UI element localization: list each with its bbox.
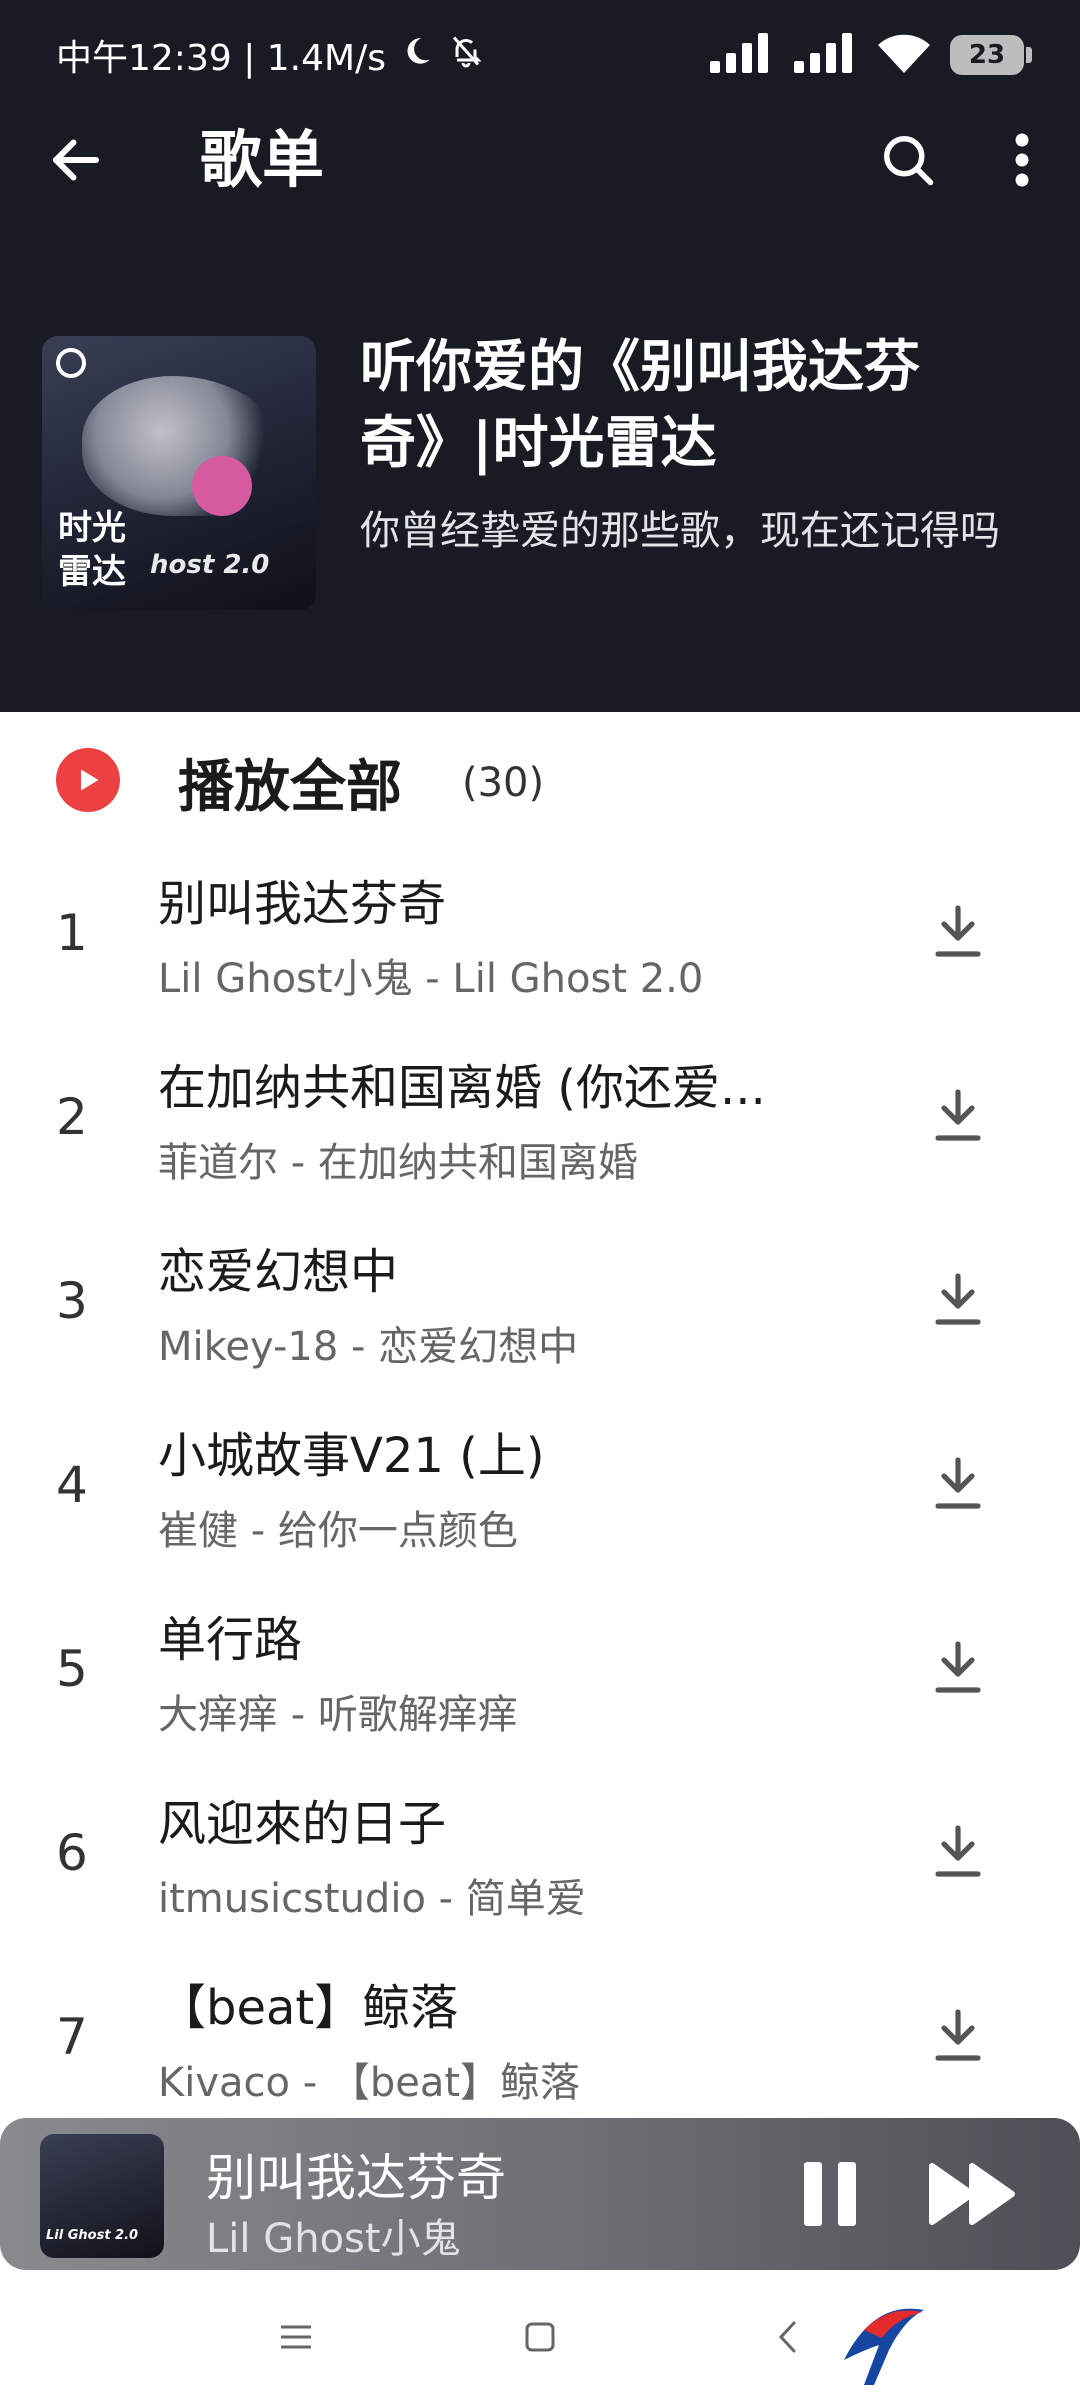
play-all-row[interactable]: 播放全部 (30) bbox=[0, 712, 1080, 852]
song-number: 3 bbox=[56, 1272, 88, 1330]
cover-label: 时光 雷达 bbox=[58, 508, 126, 592]
playlist-header: 中午12:39 | 1.4M/s 23 歌单 host 2.0 时光 雷达 听你… bbox=[0, 0, 1080, 712]
song-artist-album: itmusicstudio - 简单爱 bbox=[158, 1876, 586, 1922]
status-time-speed: 中午12:39 | 1.4M/s bbox=[56, 38, 386, 79]
play-all-count: (30) bbox=[462, 760, 545, 806]
more-vert-icon[interactable] bbox=[982, 120, 1062, 200]
back-chevron-icon[interactable] bbox=[748, 2302, 828, 2372]
cover-subtitle: host 2.0 bbox=[150, 550, 270, 580]
back-arrow-icon[interactable] bbox=[36, 120, 116, 200]
song-title: 【beat】鲸落 bbox=[158, 1980, 459, 2036]
song-row[interactable]: 6 风迎來的日子 itmusicstudio - 简单爱 bbox=[0, 1772, 1080, 1956]
song-title: 风迎來的日子 bbox=[158, 1796, 447, 1852]
battery-icon: 23 bbox=[950, 35, 1032, 75]
netease-logo-icon bbox=[56, 348, 86, 378]
song-row[interactable]: 2 在加纳共和国离婚 (你还爱... 菲道尔 - 在加纳共和国离婚 bbox=[0, 1036, 1080, 1220]
song-number: 7 bbox=[56, 2008, 88, 2066]
home-square-icon[interactable] bbox=[500, 2302, 580, 2372]
moon-icon bbox=[400, 34, 434, 77]
status-right: 23 bbox=[710, 33, 1032, 77]
status-left: 中午12:39 | 1.4M/s bbox=[56, 29, 484, 81]
search-icon[interactable] bbox=[868, 120, 948, 200]
song-artist-album: Kivaco - 【beat】鲸落 bbox=[158, 2060, 581, 2106]
playlist-cover[interactable]: host 2.0 时光 雷达 bbox=[42, 336, 316, 610]
top-bar: 歌单 bbox=[0, 110, 1080, 210]
watermark-logo-icon bbox=[844, 2308, 924, 2385]
song-title: 别叫我达芬奇 bbox=[158, 876, 447, 932]
bell-off-icon bbox=[448, 33, 484, 78]
mini-player-artist: Lil Ghost小鬼 bbox=[206, 2216, 461, 2262]
song-row[interactable]: 4 小城故事V21 (上) 崔健 - 给你一点颜色 bbox=[0, 1404, 1080, 1588]
mini-cover-text: Lil Ghost 2.0 bbox=[46, 2228, 139, 2243]
song-title: 恋爱幻想中 bbox=[158, 1244, 399, 1300]
song-number: 4 bbox=[56, 1456, 88, 1514]
download-icon[interactable] bbox=[918, 1444, 998, 1524]
status-bar: 中午12:39 | 1.4M/s 23 bbox=[0, 0, 1080, 110]
download-icon[interactable] bbox=[918, 1260, 998, 1340]
song-number: 1 bbox=[56, 904, 88, 962]
download-icon[interactable] bbox=[918, 1076, 998, 1156]
cover-art-figure bbox=[192, 456, 252, 516]
mini-player[interactable]: Lil Ghost 2.0 别叫我达芬奇 Lil Ghost小鬼 bbox=[0, 2118, 1080, 2270]
download-icon[interactable] bbox=[918, 1628, 998, 1708]
song-row[interactable]: 5 单行路 大痒痒 - 听歌解痒痒 bbox=[0, 1588, 1080, 1772]
download-icon[interactable] bbox=[918, 1996, 998, 2076]
song-title: 小城故事V21 (上) bbox=[158, 1428, 545, 1484]
song-title: 在加纳共和国离婚 (你还爱... bbox=[158, 1060, 766, 1116]
page-title: 歌单 bbox=[200, 123, 325, 196]
download-icon[interactable] bbox=[918, 1812, 998, 1892]
signal-icon-2 bbox=[794, 33, 858, 77]
pause-icon[interactable] bbox=[790, 2154, 870, 2234]
song-artist-album: Lil Ghost小鬼 - Lil Ghost 2.0 bbox=[158, 956, 704, 1002]
mini-player-title: 别叫我达芬奇 bbox=[206, 2149, 506, 2207]
download-icon[interactable] bbox=[918, 892, 998, 972]
song-artist-album: 大痒痒 - 听歌解痒痒 bbox=[158, 1692, 518, 1738]
cover-art-figure bbox=[40, 2198, 66, 2224]
signal-icon bbox=[710, 33, 774, 77]
mini-player-cover[interactable]: Lil Ghost 2.0 bbox=[40, 2134, 164, 2258]
song-row[interactable]: 7 【beat】鲸落 Kivaco - 【beat】鲸落 bbox=[0, 1956, 1080, 2140]
next-icon[interactable] bbox=[928, 2154, 1028, 2234]
menu-icon[interactable] bbox=[256, 2302, 336, 2372]
playlist-title: 听你爱的《别叫我达芬奇》|时光雷达 bbox=[360, 335, 920, 476]
song-artist-album: Mikey-18 - 恋爱幻想中 bbox=[158, 1324, 579, 1370]
play-circle-icon[interactable] bbox=[56, 748, 120, 812]
play-all-label: 播放全部 bbox=[178, 755, 402, 820]
song-number: 2 bbox=[56, 1088, 88, 1146]
song-row[interactable]: 3 恋爱幻想中 Mikey-18 - 恋爱幻想中 bbox=[0, 1220, 1080, 1404]
song-title: 单行路 bbox=[158, 1612, 303, 1668]
cover-art bbox=[40, 2134, 130, 2198]
song-row[interactable]: 1 别叫我达芬奇 Lil Ghost小鬼 - Lil Ghost 2.0 bbox=[0, 852, 1080, 1036]
playlist-description: 你曾经挚爱的那些歌，现在还记得吗 bbox=[360, 508, 1000, 554]
cover-art bbox=[82, 376, 282, 516]
song-artist-album: 崔健 - 给你一点颜色 bbox=[158, 1508, 518, 1554]
song-artist-album: 菲道尔 - 在加纳共和国离婚 bbox=[158, 1140, 638, 1186]
song-number: 6 bbox=[56, 1824, 88, 1882]
wifi-icon bbox=[878, 33, 930, 77]
song-number: 5 bbox=[56, 1640, 88, 1698]
